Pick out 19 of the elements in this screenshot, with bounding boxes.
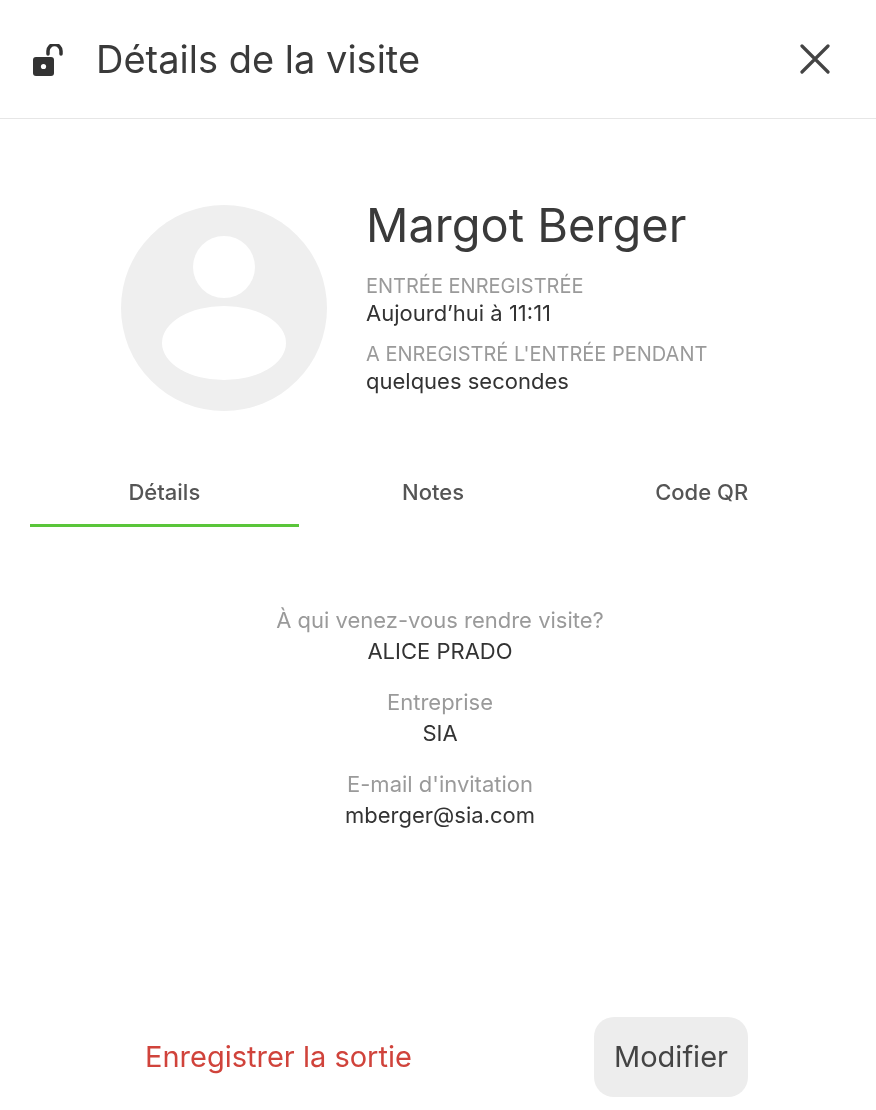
unlocked-padlock-icon xyxy=(32,43,63,77)
edit-button[interactable]: Modifier xyxy=(594,1017,748,1097)
field-value: SIA xyxy=(422,719,458,748)
tab[interactable]: Code QR xyxy=(567,461,836,527)
tab[interactable]: Notes xyxy=(298,461,568,527)
close-icon xyxy=(800,44,830,74)
close-button[interactable] xyxy=(798,42,832,76)
field-value: ALICE PRADO xyxy=(367,637,513,666)
info-value: quelques secondes xyxy=(366,367,570,396)
field-label: À qui venez-vous rendre visite? xyxy=(276,606,604,635)
tab[interactable]: Détails xyxy=(30,461,299,527)
info-label: ENTRÉE ENREGISTRÉE xyxy=(366,274,585,298)
field-label: Entreprise xyxy=(387,688,493,717)
info-label: A ENREGISTRÉ L'ENTRÉE PENDANT xyxy=(366,342,708,366)
dialog-title: Détails de la visite xyxy=(96,40,421,78)
info-value: Aujourd’hui à 11:11 xyxy=(366,299,553,328)
check-out-link[interactable]: Enregistrer la sortie xyxy=(145,1035,412,1079)
field-value: mberger@sia.com xyxy=(345,801,535,830)
field-label: E-mail d'invitation xyxy=(347,770,533,799)
